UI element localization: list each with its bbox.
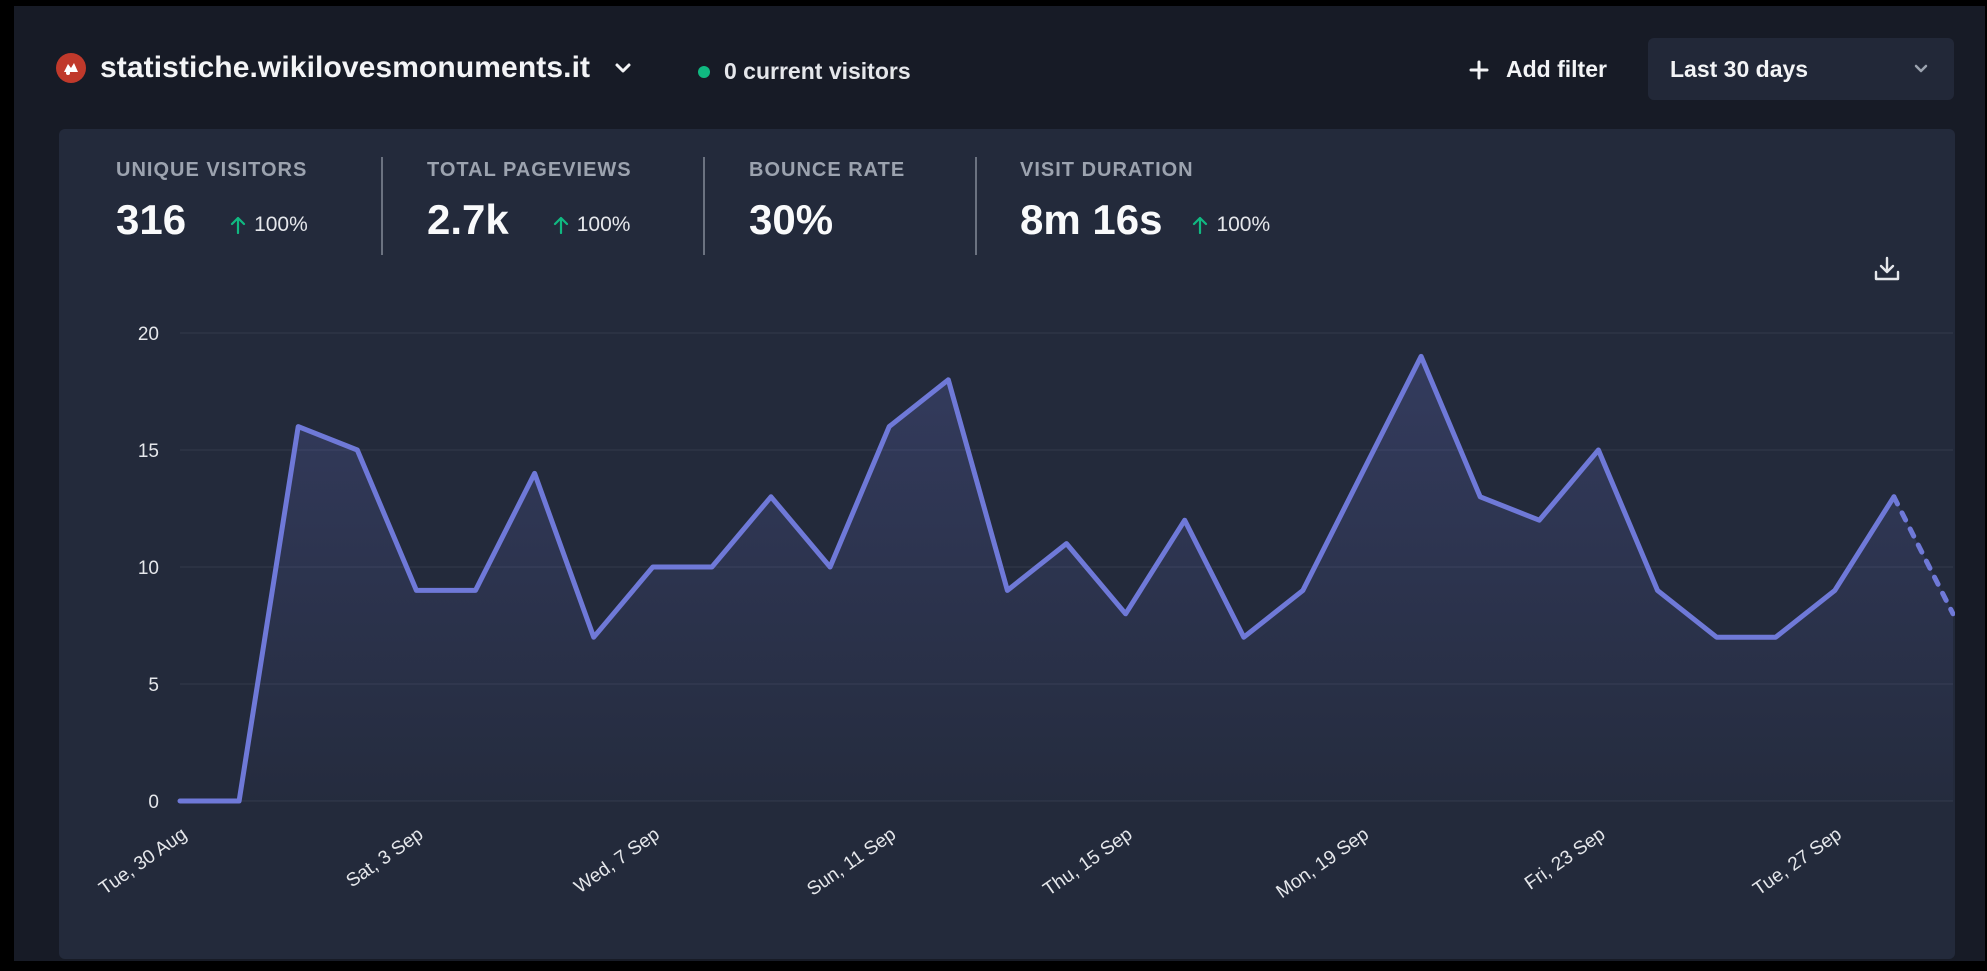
chevron-down-icon	[615, 63, 631, 73]
x-tick-label: Tue, 27 Sep	[1749, 824, 1845, 900]
top-bar: statistiche.wikilovesmonuments.it 0 curr…	[14, 6, 1985, 130]
y-tick-label: 5	[148, 675, 159, 696]
data-point[interactable]	[1356, 467, 1368, 479]
x-tick-label: Sat, 3 Sep	[343, 824, 428, 892]
data-point[interactable]	[1592, 444, 1604, 456]
data-point[interactable]	[1238, 631, 1250, 643]
data-point[interactable]	[1533, 514, 1545, 526]
site-switcher[interactable]: statistiche.wikilovesmonuments.it	[56, 51, 634, 85]
data-point[interactable]	[1652, 584, 1664, 596]
x-tick-label: Wed, 7 Sep	[571, 824, 664, 898]
data-point[interactable]	[647, 561, 659, 573]
data-point[interactable]	[174, 795, 186, 807]
data-point[interactable]	[233, 795, 245, 807]
data-point[interactable]	[1770, 631, 1782, 643]
x-tick-label: Thu, 15 Sep	[1040, 824, 1137, 901]
data-point[interactable]	[706, 561, 718, 573]
stats-card: UNIQUE VISITORS 316 100% TOTAL PAGEVIEWS…	[59, 129, 1955, 959]
data-point[interactable]	[1120, 608, 1132, 620]
data-point[interactable]	[1061, 538, 1073, 550]
data-point[interactable]	[883, 421, 895, 433]
data-point[interactable]	[942, 374, 954, 386]
app-frame: statistiche.wikilovesmonuments.it 0 curr…	[14, 6, 1985, 961]
data-point[interactable]	[765, 491, 777, 503]
data-point[interactable]	[410, 584, 422, 596]
favicon-icon	[56, 53, 86, 83]
data-point[interactable]	[292, 421, 304, 433]
data-point[interactable]	[1297, 584, 1309, 596]
data-point[interactable]	[1474, 491, 1486, 503]
current-visitors[interactable]: 0 current visitors	[698, 58, 911, 85]
live-dot-icon	[698, 65, 710, 78]
y-tick-label: 20	[138, 324, 159, 345]
x-tick-label: Sun, 11 Sep	[803, 824, 900, 900]
plus-icon	[1469, 60, 1489, 79]
data-point[interactable]	[1179, 514, 1191, 526]
y-tick-label: 0	[148, 792, 159, 813]
data-point[interactable]	[1888, 491, 1900, 503]
period-select[interactable]: Last 30 days	[1648, 38, 1954, 100]
data-point[interactable]	[470, 584, 482, 596]
x-tick-label: Tue, 30 Aug	[95, 824, 190, 900]
data-point[interactable]	[824, 561, 836, 573]
chart-area	[180, 356, 1953, 801]
y-tick-label: 10	[138, 558, 159, 579]
data-point[interactable]	[351, 444, 363, 456]
current-visitors-label: 0 current visitors	[724, 58, 911, 84]
site-name: statistiche.wikilovesmonuments.it	[100, 51, 591, 84]
x-tick-label: Fri, 23 Sep	[1521, 824, 1609, 895]
chevron-down-icon	[1914, 64, 1928, 73]
visitors-line-chart: 0 5 10 15 20 Tue, 30 Aug Sat, 3 Sep Wed, 7 Sep…	[95, 324, 1955, 903]
data-point[interactable]	[1829, 584, 1841, 596]
data-point[interactable]	[588, 631, 600, 643]
period-label: Last 30 days	[1670, 55, 1809, 82]
y-tick-label: 15	[138, 441, 159, 462]
data-point[interactable]	[1711, 631, 1723, 643]
data-point[interactable]	[1415, 350, 1427, 362]
add-filter-label: Add filter	[1506, 56, 1607, 82]
data-point[interactable]	[529, 467, 541, 479]
x-tick-label: Mon, 19 Sep	[1273, 824, 1373, 903]
add-filter-button[interactable]: Add filter	[1468, 56, 1607, 83]
data-point[interactable]	[1001, 584, 1013, 596]
